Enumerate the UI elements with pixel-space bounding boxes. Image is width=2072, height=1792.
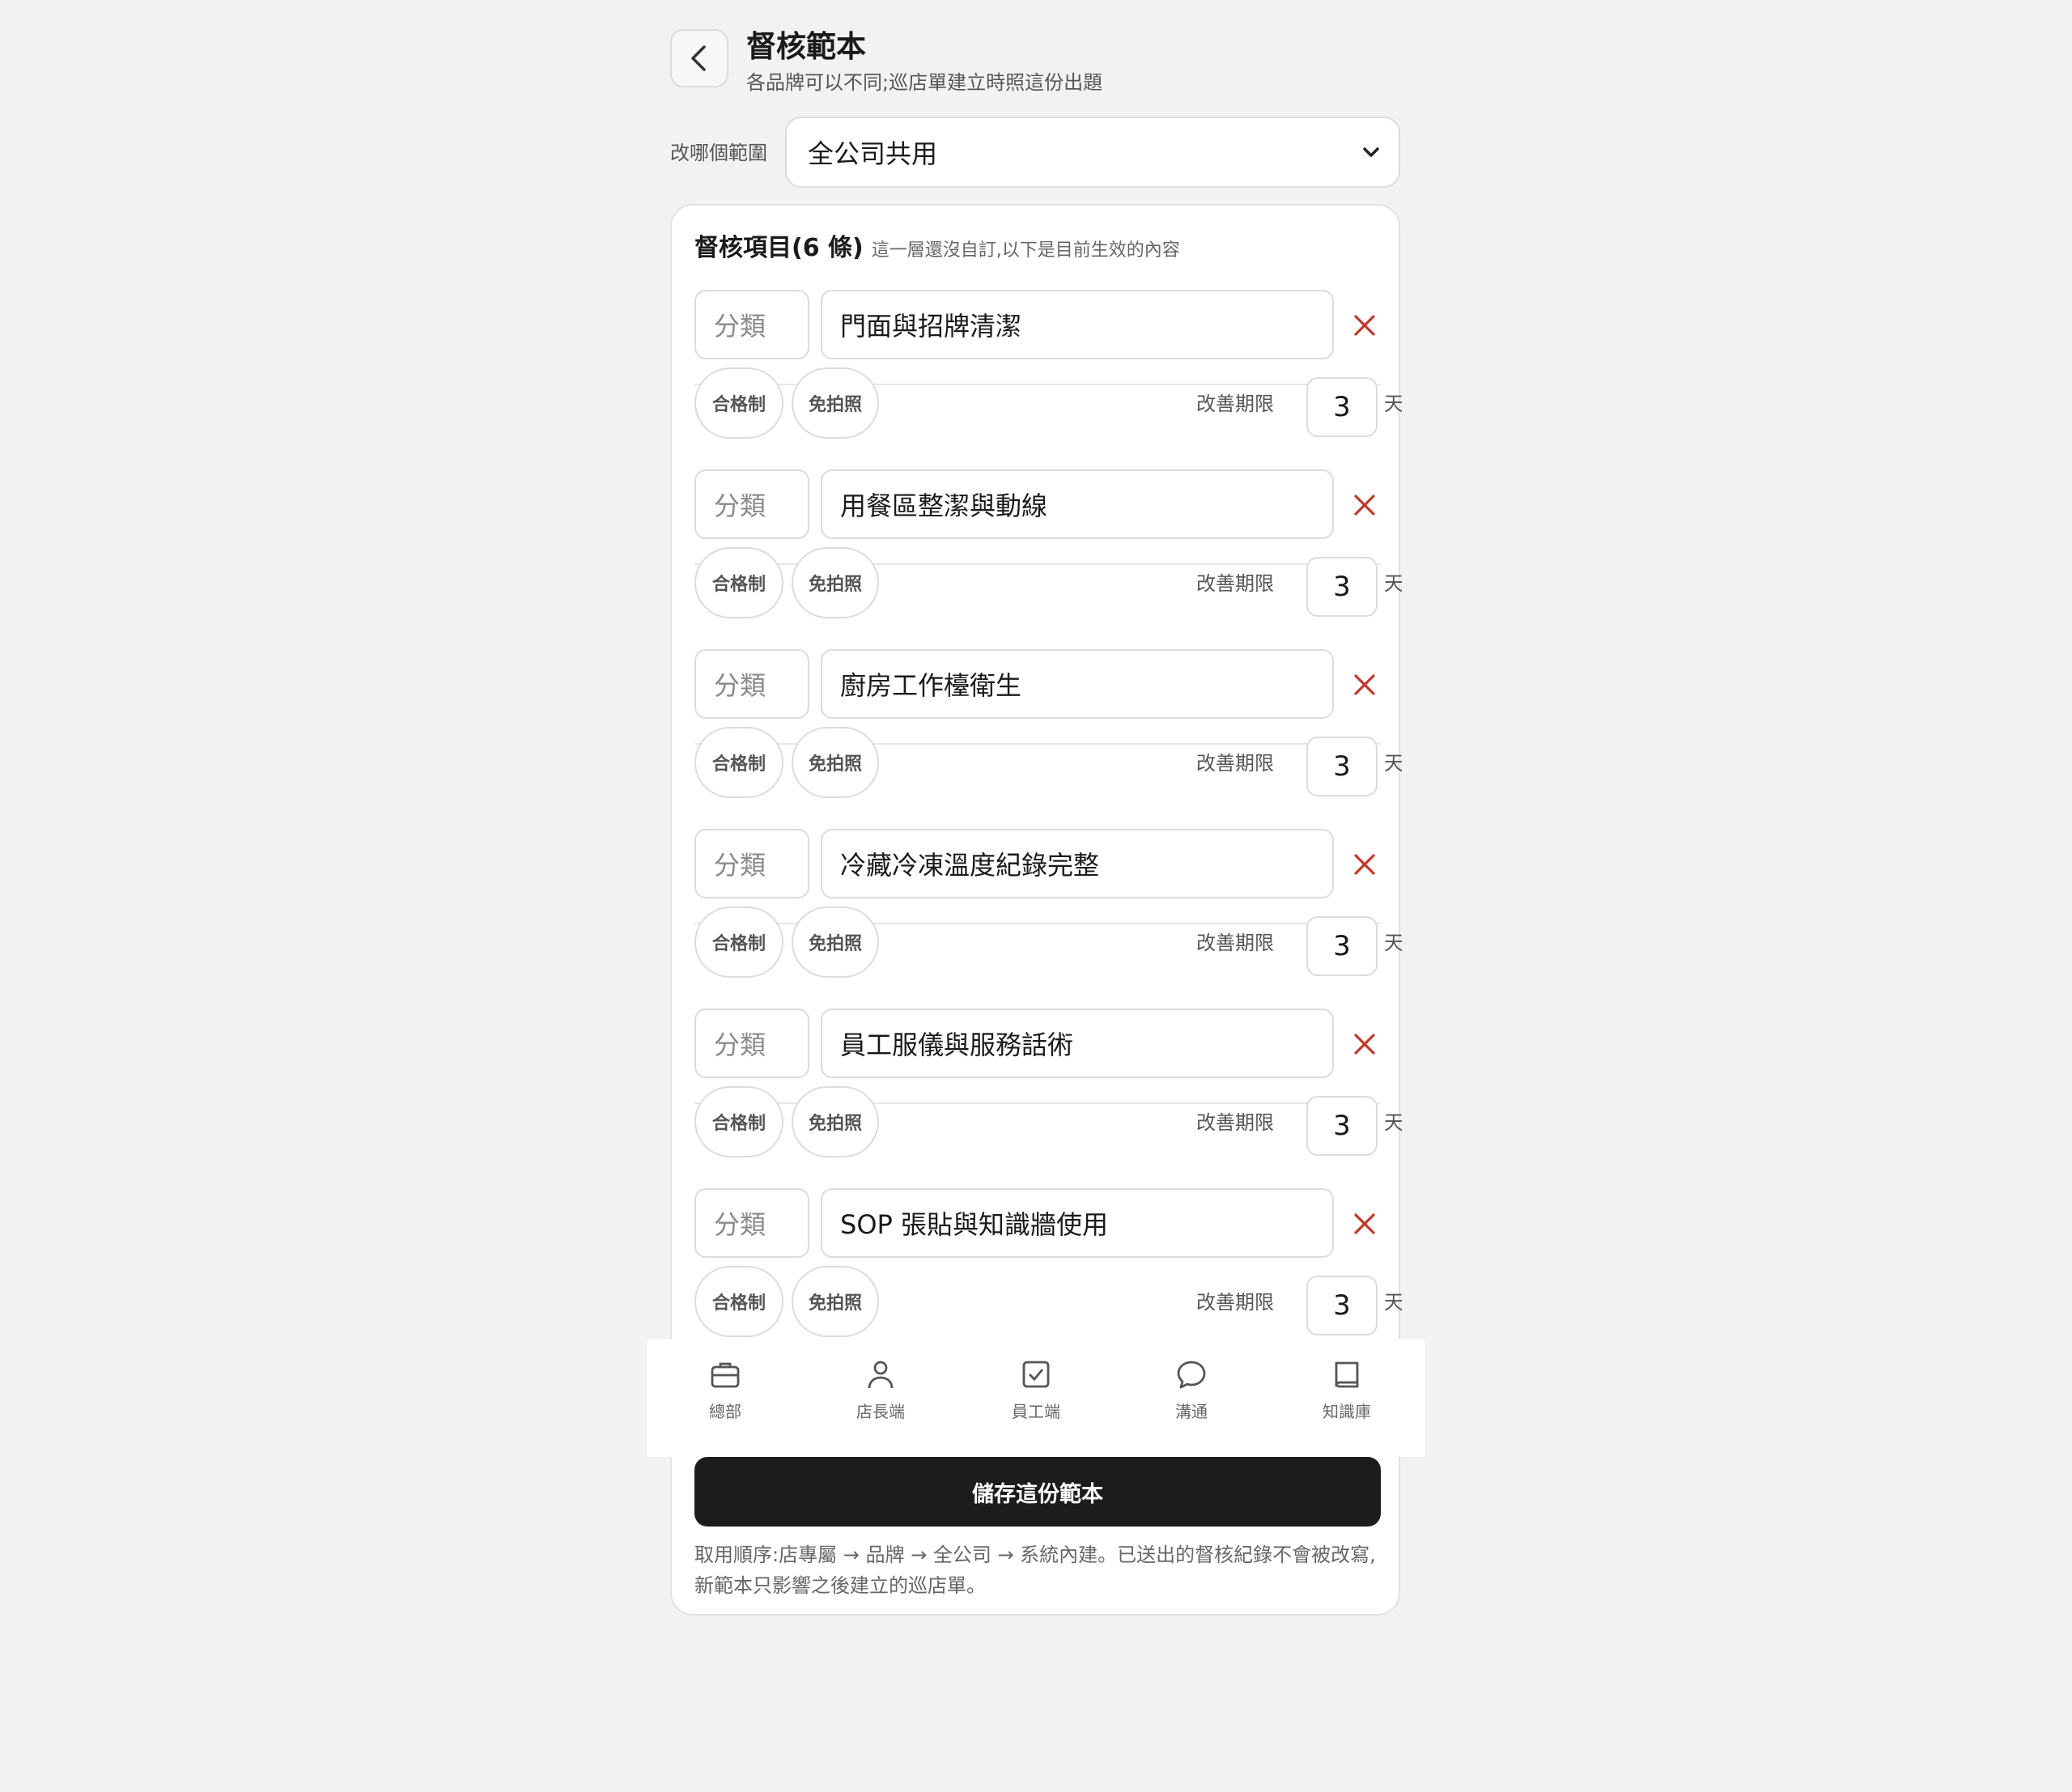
book-icon (1329, 1357, 1365, 1392)
audit-item: 分類 用餐區整潔與動線 合格制 免拍照 改善期限 3 天 (694, 385, 1402, 618)
deadline-unit: 天 (1384, 1111, 1402, 1134)
category-input[interactable]: 分類 (694, 290, 809, 359)
nav-item-hq[interactable]: 總部 (648, 1339, 803, 1457)
deadline-unit: 天 (1384, 932, 1402, 954)
audit-item: 分類 SOP 張貼與知識牆使用 合格制 免拍照 改善期限 3 天 (694, 1104, 1402, 1337)
nav-label: 總部 (709, 1402, 741, 1421)
nav-item-store-manager[interactable]: 店長端 (803, 1339, 958, 1457)
category-input[interactable]: 分類 (694, 1009, 809, 1078)
scope-selected-value: 全公司共用 (808, 138, 938, 169)
close-icon (1354, 674, 1375, 695)
item-title-input[interactable]: 用餐區整潔與動線 (821, 469, 1334, 539)
delete-item-button[interactable] (1348, 309, 1381, 342)
category-input[interactable]: 分類 (694, 469, 809, 539)
bottom-nav: 總部 店長端 員工端 溝通 知識庫 (648, 1339, 1424, 1457)
item-title-input[interactable]: 廚房工作檯衛生 (821, 649, 1334, 719)
person-icon (863, 1357, 898, 1392)
nav-label: 員工端 (1012, 1402, 1060, 1421)
deadline-days-input[interactable]: 3 (1306, 1276, 1378, 1336)
close-icon (1354, 1213, 1375, 1234)
delete-item-button[interactable] (1348, 848, 1381, 881)
scope-label: 改哪個範圍 (670, 142, 767, 164)
audit-item: 分類 廚房工作檯衛生 合格制 免拍照 改善期限 3 天 (694, 565, 1402, 798)
checkbox-icon (1018, 1357, 1054, 1392)
category-input[interactable]: 分類 (694, 829, 809, 898)
no-photo-toggle[interactable]: 免拍照 (792, 1266, 879, 1337)
scope-select[interactable]: 全公司共用 (785, 117, 1400, 188)
item-title-input[interactable]: SOP 張貼與知識牆使用 (821, 1188, 1334, 1258)
nav-label: 溝通 (1175, 1402, 1208, 1421)
footnote: 取用順序:店專屬 → 品牌 → 全公司 → 系統內建。已送出的督核紀錄不會被改寫… (694, 1544, 1376, 1597)
items-list: 督核項目(6 條) 這一層還沒自訂,以下是目前生效的內容 分類 門面與招牌清潔 合格制… (672, 206, 1402, 1339)
close-icon (1354, 854, 1375, 875)
deadline-unit: 天 (1384, 393, 1402, 415)
nav-label: 知識庫 (1323, 1402, 1371, 1421)
item-title-input[interactable]: 門面與招牌清潔 (821, 290, 1334, 359)
nav-item-knowledge-base[interactable]: 知識庫 (1269, 1339, 1424, 1457)
page-title: 督核範本 (746, 29, 866, 64)
close-icon (1354, 1034, 1375, 1055)
close-icon (1354, 495, 1375, 516)
audit-item: 分類 冷藏冷凍溫度紀錄完整 合格制 免拍照 改善期限 3 天 (694, 745, 1402, 978)
delete-item-button[interactable] (1348, 1028, 1381, 1060)
close-icon (1354, 315, 1375, 336)
audit-item: 分類 門面與招牌清潔 合格制 免拍照 改善期限 3 天 (694, 206, 1402, 439)
nav-item-staff[interactable]: 員工端 (958, 1339, 1114, 1457)
deadline-label: 改善期限 (1196, 1291, 1274, 1314)
briefcase-icon (707, 1357, 743, 1392)
delete-item-button[interactable] (1348, 1208, 1381, 1240)
category-input[interactable]: 分類 (694, 1188, 809, 1258)
pass-fail-toggle[interactable]: 合格制 (694, 1266, 783, 1337)
page-header: 督核範本 各品牌可以不同;巡店單建立時照這份出題 (670, 29, 1400, 97)
delete-item-button[interactable] (1348, 669, 1381, 701)
page-subtitle: 各品牌可以不同;巡店單建立時照這份出題 (746, 71, 1103, 94)
back-button[interactable] (670, 29, 728, 87)
deadline-unit: 天 (1384, 752, 1402, 775)
deadline-unit: 天 (1384, 572, 1402, 595)
item-title-input[interactable]: 冷藏冷凍溫度紀錄完整 (821, 829, 1334, 898)
deadline-unit: 天 (1384, 1291, 1402, 1314)
chat-bubble-icon (1174, 1357, 1209, 1392)
nav-label: 店長端 (856, 1402, 905, 1421)
chevron-down-icon (1363, 147, 1379, 157)
delete-item-button[interactable] (1348, 489, 1381, 521)
save-template-button[interactable]: 儲存這份範本 (694, 1457, 1381, 1527)
audit-item: 分類 員工服儀與服務話術 合格制 免拍照 改善期限 3 天 (694, 924, 1402, 1157)
chevron-left-icon (691, 45, 706, 71)
item-title-input[interactable]: 員工服儀與服務話術 (821, 1009, 1334, 1078)
nav-item-communication[interactable]: 溝通 (1114, 1339, 1269, 1457)
category-input[interactable]: 分類 (694, 649, 809, 719)
